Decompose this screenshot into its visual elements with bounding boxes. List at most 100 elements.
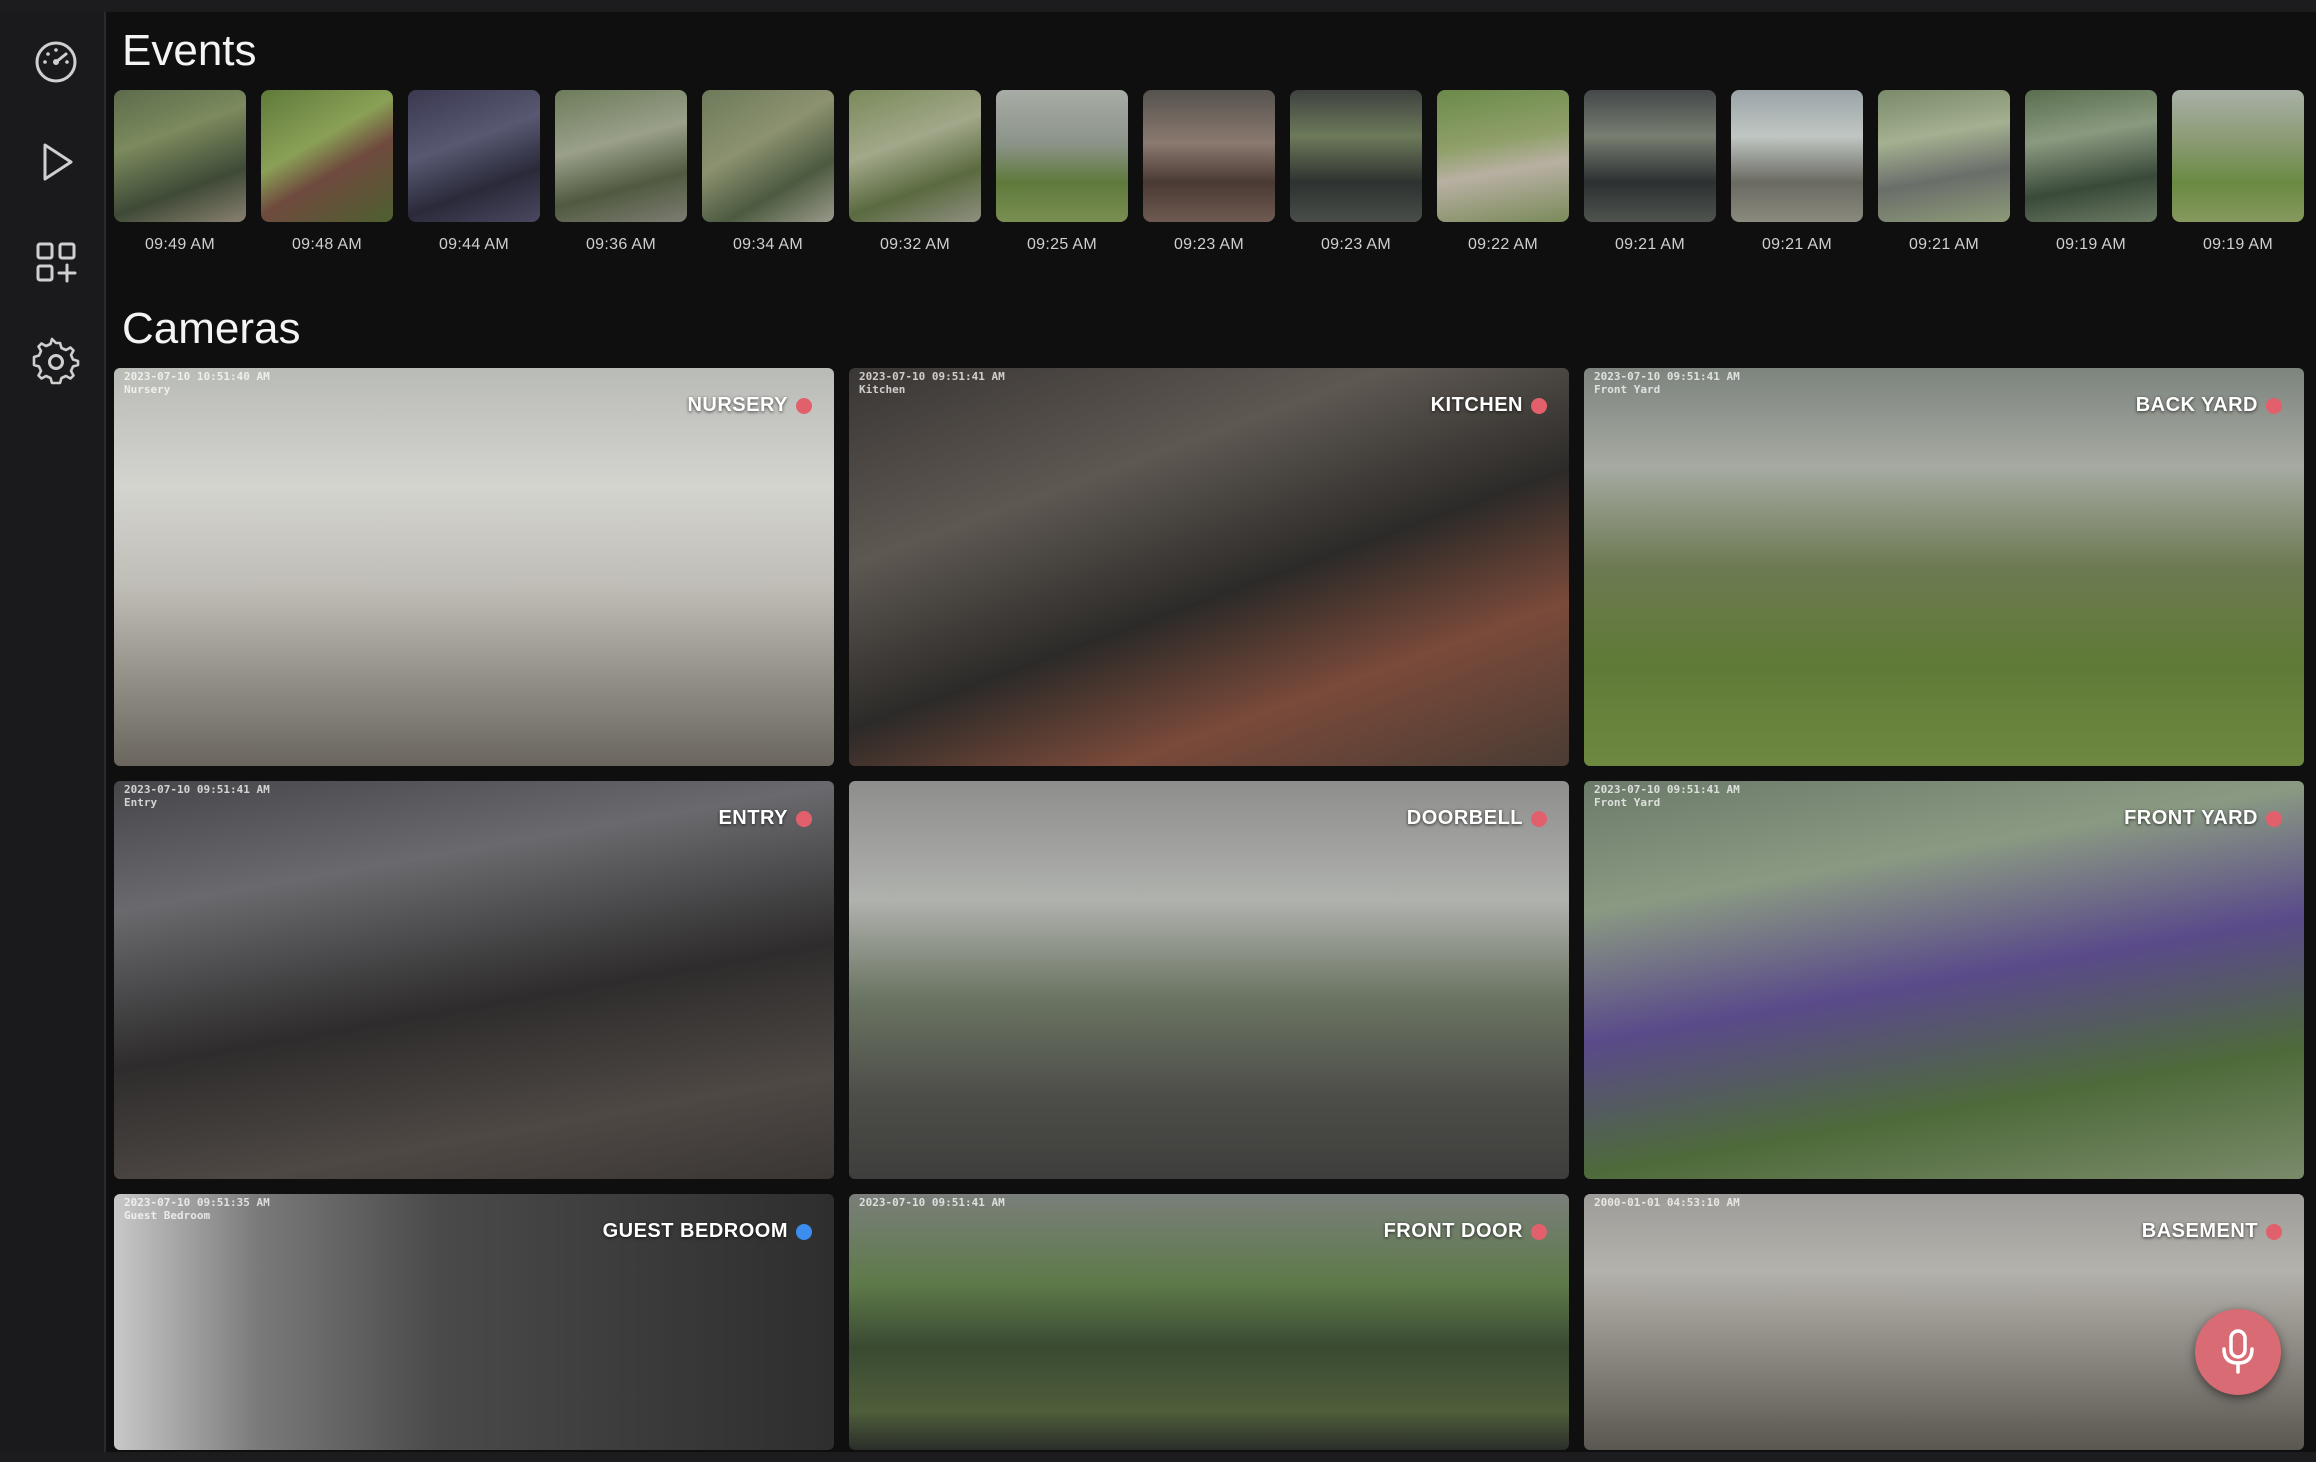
events-strip: 09:49 AM 09:48 AM 09:44 AM 09:36 AM 09:34 AM… bbox=[114, 90, 2304, 280]
camera-label: ENTRY bbox=[718, 807, 812, 830]
top-bar bbox=[0, 0, 2316, 12]
event-item[interactable]: 09:19 AM bbox=[2172, 90, 2304, 272]
camera-name: GUEST BEDROOM bbox=[602, 1220, 788, 1242]
bottom-bar bbox=[0, 1452, 2316, 1462]
camera-timestamp: 2023-07-10 09:51:41 AM Front Yard bbox=[1594, 783, 1740, 809]
event-thumbnail bbox=[1143, 90, 1275, 222]
camera-tile[interactable]: 2000-01-01 04:53:10 AM BASEMENT bbox=[1584, 1194, 2304, 1450]
event-time: 09:23 AM bbox=[1320, 236, 1391, 253]
add-grid-icon bbox=[36, 242, 77, 283]
camera-tile[interactable]: 2023-07-10 09:51:41 AM Front Yard FRONT Y… bbox=[1584, 781, 2304, 1179]
event-time: 09:22 AM bbox=[1467, 236, 1538, 253]
camera-tile[interactable]: 2023-07-10 10:51:40 AM Nursery NURSERY bbox=[114, 368, 834, 766]
app-window: Events 09:49 AM 09:48 AM 09:44 AM 09:36 AM 0… bbox=[0, 0, 2316, 1462]
event-time: 09:32 AM bbox=[879, 236, 950, 253]
camera-timestamp: 2023-07-10 10:51:40 AM Nursery bbox=[124, 370, 270, 396]
camera-timestamp: 2000-01-01 04:53:10 AM bbox=[1594, 1196, 1740, 1209]
event-item[interactable]: 09:25 AM bbox=[996, 90, 1128, 272]
camera-timestamp: 2023-07-10 09:51:41 AM bbox=[859, 1196, 1005, 1209]
camera-label: KITCHEN bbox=[1431, 394, 1547, 417]
event-item[interactable]: 09:21 AM bbox=[1731, 90, 1863, 272]
event-thumbnail bbox=[408, 90, 540, 222]
sidebar-item-playback[interactable] bbox=[24, 130, 88, 194]
event-thumbnail bbox=[849, 90, 981, 222]
camera-status-dot bbox=[796, 1223, 812, 1240]
event-thumbnail bbox=[702, 90, 834, 222]
event-thumbnail bbox=[114, 90, 246, 222]
camera-feed bbox=[849, 781, 1569, 1179]
event-item[interactable]: 09:34 AM bbox=[702, 90, 834, 272]
event-thumbnail bbox=[1731, 90, 1863, 222]
event-item[interactable]: 09:21 AM bbox=[1878, 90, 2010, 272]
event-time: 09:21 AM bbox=[1761, 236, 1832, 253]
event-item[interactable]: 09:44 AM bbox=[408, 90, 540, 272]
play-icon bbox=[43, 143, 73, 181]
event-item[interactable]: 09:21 AM bbox=[1584, 90, 1716, 272]
event-thumbnail bbox=[1878, 90, 2010, 222]
camera-status-dot bbox=[2266, 1223, 2282, 1240]
event-thumbnail bbox=[1290, 90, 1422, 222]
talk-button[interactable] bbox=[2195, 1309, 2281, 1395]
event-item[interactable]: 09:22 AM bbox=[1437, 90, 1569, 272]
event-thumbnail bbox=[2172, 90, 2304, 222]
camera-label: FRONT YARD bbox=[2124, 807, 2282, 830]
camera-name: FRONT YARD bbox=[2124, 807, 2258, 829]
camera-feed bbox=[849, 368, 1569, 766]
camera-feed bbox=[1584, 368, 2304, 766]
event-item[interactable]: 09:36 AM bbox=[555, 90, 687, 272]
sidebar bbox=[0, 12, 106, 1462]
event-time: 09:21 AM bbox=[1614, 236, 1685, 253]
event-item[interactable]: 09:49 AM bbox=[114, 90, 246, 272]
event-time: 09:48 AM bbox=[291, 236, 362, 253]
event-thumbnail bbox=[261, 90, 393, 222]
event-time: 09:36 AM bbox=[585, 236, 656, 253]
camera-tile[interactable]: 2023-07-10 09:51:35 AM Guest Bedroom GUES… bbox=[114, 1194, 834, 1450]
camera-label: BACK YARD bbox=[2136, 394, 2282, 417]
camera-label: NURSERY bbox=[687, 394, 812, 417]
event-item[interactable]: 09:48 AM bbox=[261, 90, 393, 272]
camera-name: NURSERY bbox=[687, 394, 788, 416]
event-time: 09:44 AM bbox=[438, 236, 509, 253]
camera-status-dot bbox=[2266, 810, 2282, 827]
event-item[interactable]: 09:32 AM bbox=[849, 90, 981, 272]
camera-name: KITCHEN bbox=[1430, 394, 1523, 416]
camera-tile[interactable]: 2023-07-10 09:51:41 AM Front Yard BACK YA… bbox=[1584, 368, 2304, 766]
cameras-heading: Cameras bbox=[122, 304, 301, 353]
event-thumbnail bbox=[996, 90, 1128, 222]
camera-timestamp: 2023-07-10 09:51:41 AM Front Yard bbox=[1594, 370, 1740, 396]
camera-status-dot bbox=[2266, 397, 2282, 414]
event-thumbnail bbox=[1584, 90, 1716, 222]
events-heading: Events bbox=[122, 26, 257, 75]
camera-timestamp: 2023-07-10 09:51:41 AM Kitchen bbox=[859, 370, 1005, 396]
event-time: 09:19 AM bbox=[2202, 236, 2273, 253]
sidebar-item-settings[interactable] bbox=[24, 330, 88, 394]
camera-tile[interactable]: DOORBELL bbox=[849, 781, 1569, 1179]
camera-status-dot bbox=[796, 397, 812, 414]
main-content: Events 09:49 AM 09:48 AM 09:44 AM 09:36 AM 0… bbox=[114, 12, 2304, 1462]
camera-label: GUEST BEDROOM bbox=[603, 1220, 812, 1243]
camera-status-dot bbox=[1531, 397, 1547, 414]
sidebar-item-dashboard[interactable] bbox=[24, 30, 88, 94]
camera-name: BACK YARD bbox=[2135, 394, 2258, 416]
camera-status-dot bbox=[1531, 1223, 1547, 1240]
camera-tile[interactable]: 2023-07-10 09:51:41 AM Kitchen KITCHEN bbox=[849, 368, 1569, 766]
event-item[interactable]: 09:19 AM bbox=[2025, 90, 2157, 272]
camera-feed bbox=[1584, 781, 2304, 1179]
camera-feed bbox=[114, 368, 834, 766]
gear-icon bbox=[32, 337, 80, 385]
event-item[interactable]: 09:23 AM bbox=[1290, 90, 1422, 272]
camera-timestamp: 2023-07-10 09:51:41 AM Entry bbox=[124, 783, 270, 809]
camera-label: FRONT DOOR bbox=[1384, 1220, 1547, 1243]
camera-tile[interactable]: 2023-07-10 09:51:41 AM FRONT DOOR bbox=[849, 1194, 1569, 1450]
event-thumbnail bbox=[2025, 90, 2157, 222]
event-time: 09:23 AM bbox=[1173, 236, 1244, 253]
sidebar-item-add-device[interactable] bbox=[24, 230, 88, 294]
camera-tile[interactable]: 2023-07-10 09:51:41 AM Entry ENTRY bbox=[114, 781, 834, 1179]
camera-name: ENTRY bbox=[718, 807, 788, 829]
event-time: 09:21 AM bbox=[1908, 236, 1979, 253]
camera-label: BASEMENT bbox=[2142, 1220, 2282, 1243]
event-thumbnail bbox=[1437, 90, 1569, 222]
dashboard-gauge-icon bbox=[35, 41, 77, 83]
camera-status-dot bbox=[1531, 810, 1547, 827]
event-item[interactable]: 09:23 AM bbox=[1143, 90, 1275, 272]
